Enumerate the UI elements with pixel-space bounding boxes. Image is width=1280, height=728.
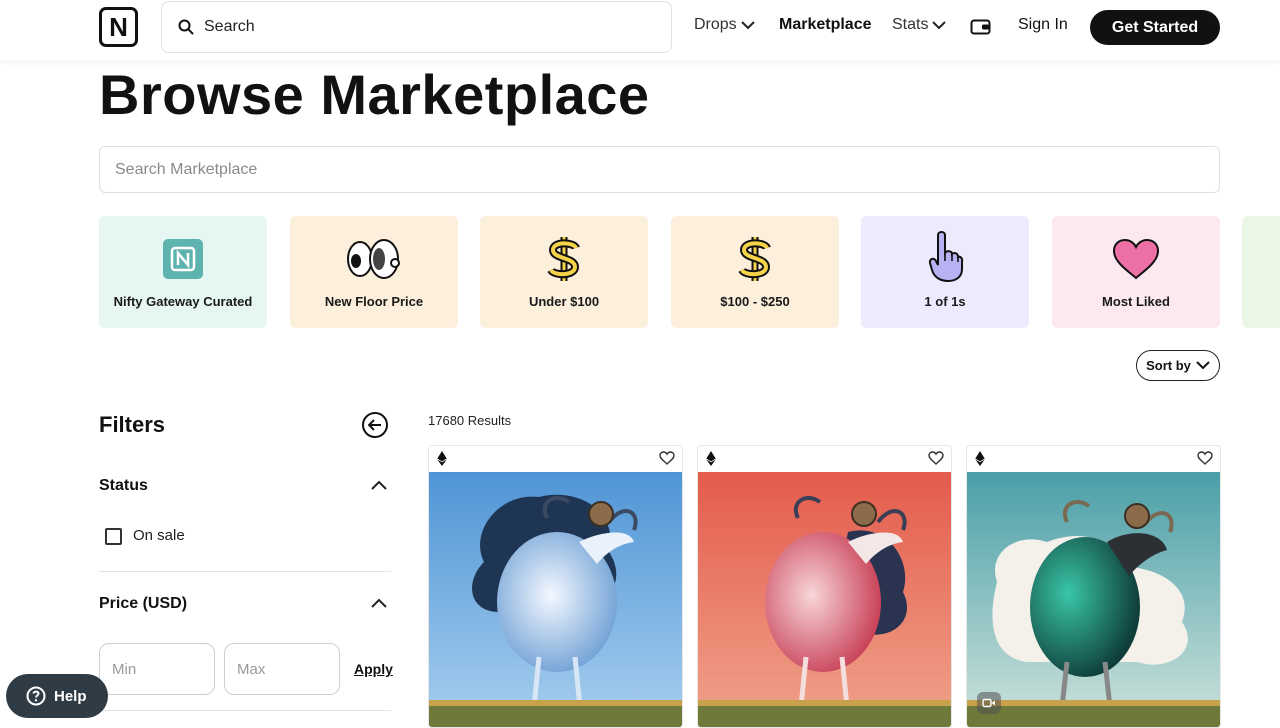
nft-card[interactable] — [697, 445, 952, 728]
dollar-icon — [547, 236, 581, 282]
wallet-button[interactable] — [970, 18, 991, 35]
ethereum-icon — [706, 451, 716, 466]
pointing-finger-icon — [926, 231, 964, 283]
on-sale-label: On sale — [133, 527, 185, 544]
category-under-100[interactable]: Under $100 — [480, 216, 648, 328]
marketplace-search-field[interactable] — [99, 146, 1220, 193]
ethereum-icon — [437, 451, 447, 466]
nft-card[interactable] — [966, 445, 1221, 728]
price-min-field[interactable] — [99, 643, 215, 695]
results-count: 17680 Results — [428, 413, 512, 428]
category-card-partial[interactable] — [1242, 216, 1280, 328]
nifty-logo-icon — [162, 236, 204, 282]
price-max-field[interactable] — [224, 643, 340, 695]
heart-outline-icon[interactable] — [928, 451, 944, 465]
video-camera-icon — [982, 698, 995, 708]
nav-stats[interactable]: Stats — [892, 16, 947, 34]
page-title: Browse Marketplace — [99, 63, 650, 126]
sign-in-link[interactable]: Sign In — [1018, 16, 1068, 34]
price-section-title: Price (USD) — [99, 595, 188, 612]
top-nav-bar: N Search Drops Marketplace Stats Sign In… — [0, 0, 1280, 60]
ethereum-icon — [975, 451, 985, 466]
divider — [99, 571, 391, 572]
heart-outline-icon[interactable] — [1197, 451, 1213, 465]
divider — [99, 710, 391, 711]
nav-marketplace[interactable]: Marketplace — [779, 16, 872, 34]
marketplace-search-input[interactable] — [115, 160, 1219, 179]
global-search-field[interactable]: Search — [161, 1, 672, 53]
category-most-liked[interactable]: Most Liked — [1052, 216, 1220, 328]
wallet-icon — [970, 19, 991, 35]
chevron-up-icon[interactable] — [371, 598, 387, 608]
global-search-placeholder: Search — [204, 18, 255, 35]
category-nifty-gateway-curated[interactable]: Nifty Gateway Curated — [99, 216, 267, 328]
dollar-icon — [738, 236, 772, 282]
eyes-icon — [346, 236, 402, 282]
apply-price-link[interactable]: Apply — [354, 661, 393, 677]
status-section-title: Status — [99, 477, 148, 494]
price-max-input[interactable] — [237, 660, 327, 678]
arrow-left-icon — [368, 419, 381, 431]
get-started-button[interactable]: Get Started — [1090, 10, 1220, 45]
collapse-filters-button[interactable] — [362, 412, 388, 438]
nav-drops[interactable]: Drops — [694, 16, 755, 34]
nft-artwork-bull-blue — [429, 472, 682, 727]
chevron-down-icon — [740, 21, 755, 30]
heart-icon — [1112, 236, 1160, 282]
on-sale-checkbox[interactable] — [105, 528, 122, 545]
question-icon — [26, 686, 46, 706]
video-badge — [977, 692, 1001, 714]
category-1-of-1s[interactable]: 1 of 1s — [861, 216, 1029, 328]
help-button[interactable]: Help — [6, 674, 108, 718]
chevron-down-icon — [1196, 361, 1210, 370]
category-100-250[interactable]: $100 - $250 — [671, 216, 839, 328]
price-min-input[interactable] — [112, 660, 202, 678]
nft-card[interactable] — [428, 445, 683, 728]
filters-title: Filters — [99, 412, 166, 437]
search-icon — [178, 19, 194, 35]
heart-outline-icon[interactable] — [659, 451, 675, 465]
nft-artwork-bull-teal — [967, 472, 1220, 727]
nft-artwork-bull-red — [698, 472, 951, 727]
chevron-down-icon — [932, 21, 947, 30]
sort-by-dropdown[interactable]: Sort by — [1136, 350, 1220, 381]
category-new-floor-price[interactable]: New Floor Price — [290, 216, 458, 328]
chevron-up-icon[interactable] — [371, 480, 387, 490]
nifty-gateway-logo[interactable]: N — [99, 7, 138, 47]
